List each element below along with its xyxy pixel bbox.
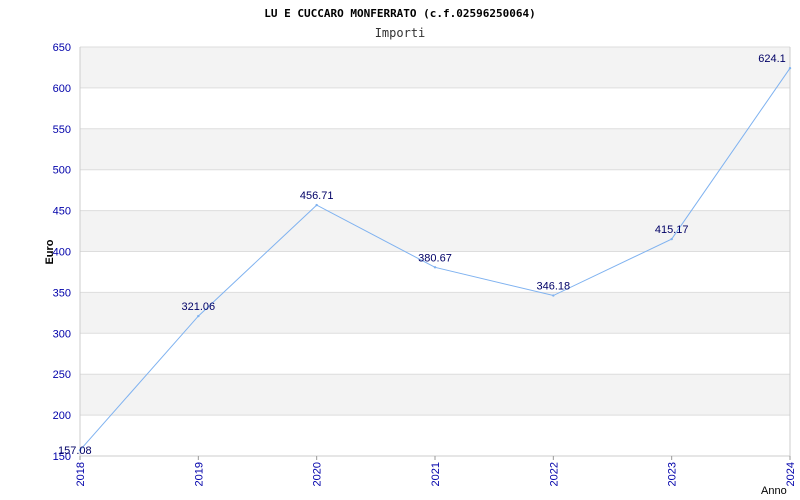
data-point: [433, 266, 437, 269]
plot-band: [80, 47, 790, 88]
plot-band: [80, 128, 790, 170]
y-tick-label: 350: [53, 287, 71, 299]
data-point: [670, 237, 673, 241]
line-chart: 150200250300350400450500550600650 2018 20…: [44, 7, 797, 497]
plot-band: [80, 374, 790, 416]
chart-subtitle: Importi: [375, 26, 426, 40]
data-point: [552, 294, 555, 297]
x-tick-label: 2024: [785, 462, 797, 486]
data-point: [197, 314, 200, 318]
x-tick-label: 2020: [312, 462, 324, 486]
x-tick-label: 2021: [430, 462, 442, 486]
y-tick-label: 300: [53, 328, 71, 340]
y-tick-label: 650: [53, 42, 71, 54]
chart-title: LU E CUCCARO MONFERRATO (c.f.02596250064…: [264, 7, 536, 20]
data-label: 346.18: [537, 281, 571, 293]
x-tick-label: 2022: [548, 462, 560, 486]
y-tick-label: 450: [53, 206, 71, 218]
y-tick-label: 600: [53, 83, 71, 95]
data-label: 380.67: [418, 252, 452, 264]
data-label: 415.17: [655, 224, 689, 236]
data-label: 456.71: [300, 190, 334, 202]
data-label: 157.08: [58, 445, 92, 457]
y-tick-label: 200: [53, 410, 71, 422]
data-label: 624.1: [758, 53, 786, 65]
data-label: 321.06: [182, 301, 216, 313]
x-tick-label: 2018: [75, 462, 87, 486]
y-axis-label: Euro: [44, 239, 56, 264]
x-axis-label: Anno: [761, 485, 787, 497]
x-tick-label: 2019: [193, 462, 205, 486]
x-tick-labels: 2018 2019 2020 2021 2022 2023 2024: [75, 462, 797, 486]
data-point: [315, 203, 318, 207]
data-point: [788, 66, 792, 70]
y-tick-label: 250: [53, 369, 71, 381]
x-tick-label: 2023: [667, 462, 679, 486]
y-tick-label: 500: [53, 165, 71, 177]
y-tick-label: 550: [53, 124, 71, 136]
